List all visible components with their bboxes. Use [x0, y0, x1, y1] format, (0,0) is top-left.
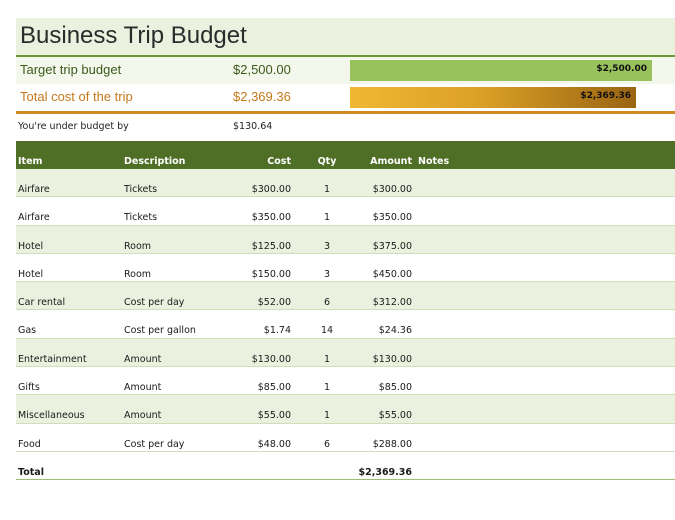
cell-item[interactable]: Food	[18, 439, 41, 450]
header-description[interactable]: Description	[124, 156, 185, 167]
cell-cost[interactable]: $48.00	[258, 439, 291, 450]
title-band: Business Trip Budget	[16, 18, 675, 55]
total-label[interactable]: Total	[18, 467, 44, 478]
cell-amount[interactable]: $288.00	[373, 439, 412, 450]
cell-amount[interactable]: $350.00	[373, 212, 412, 223]
table-total-row: Total $2,369.36	[16, 452, 675, 480]
cell-cost[interactable]: $150.00	[252, 269, 291, 280]
under-budget-label: You're under budget by	[18, 121, 129, 132]
cell-qty[interactable]: 1	[312, 184, 342, 195]
cell-item[interactable]: Gifts	[18, 382, 40, 393]
cell-amount[interactable]: $85.00	[379, 382, 412, 393]
total-amount[interactable]: $2,369.36	[359, 467, 413, 478]
cell-qty[interactable]: 3	[312, 241, 342, 252]
cell-item[interactable]: Miscellaneous	[18, 410, 85, 421]
cell-item[interactable]: Airfare	[18, 212, 50, 223]
cell-item[interactable]: Entertainment	[18, 354, 87, 365]
cell-cost[interactable]: $55.00	[258, 410, 291, 421]
table-row: Hotel Room $150.00 3 $450.00	[16, 254, 675, 283]
target-budget-bar-track: $2,500.00	[350, 60, 668, 81]
cell-item[interactable]: Hotel	[18, 269, 43, 280]
header-notes[interactable]: Notes	[418, 156, 449, 167]
table-header: Item Description Cost Qty Amount Notes	[16, 141, 675, 169]
cell-description[interactable]: Tickets	[124, 184, 157, 195]
total-cost-label: Total cost of the trip	[20, 89, 133, 104]
target-budget-bar-label: $2,500.00	[596, 64, 647, 74]
cell-item[interactable]: Airfare	[18, 184, 50, 195]
cell-description[interactable]: Amount	[124, 382, 161, 393]
cell-cost[interactable]: $85.00	[258, 382, 291, 393]
target-budget-label: Target trip budget	[20, 62, 122, 77]
cell-description[interactable]: Tickets	[124, 212, 157, 223]
target-budget-value[interactable]: $2,500.00	[233, 62, 291, 77]
cell-amount[interactable]: $55.00	[379, 410, 412, 421]
header-cost[interactable]: Cost	[267, 156, 291, 167]
cell-qty[interactable]: 1	[312, 212, 342, 223]
cell-amount[interactable]: $450.00	[373, 269, 412, 280]
cell-amount[interactable]: $375.00	[373, 241, 412, 252]
under-budget-row: You're under budget by $130.64	[16, 114, 675, 141]
target-budget-bar: $2,500.00	[350, 60, 652, 81]
cell-qty[interactable]: 1	[312, 382, 342, 393]
expense-rows: Airfare Tickets $300.00 1 $300.00 Airfar…	[16, 169, 675, 452]
cell-cost[interactable]: $125.00	[252, 241, 291, 252]
cell-qty[interactable]: 14	[312, 325, 342, 336]
cell-description[interactable]: Amount	[124, 354, 161, 365]
cell-cost[interactable]: $300.00	[252, 184, 291, 195]
cell-cost[interactable]: $130.00	[252, 354, 291, 365]
total-cost-bar: $2,369.36	[350, 87, 636, 108]
total-cost-row: Total cost of the trip $2,369.36 $2,369.…	[16, 84, 675, 111]
total-cost-value[interactable]: $2,369.36	[233, 89, 291, 104]
total-cost-bar-label: $2,369.36	[580, 91, 631, 101]
cell-description[interactable]: Room	[124, 269, 151, 280]
cell-cost[interactable]: $1.74	[264, 325, 291, 336]
target-budget-row: Target trip budget $2,500.00 $2,500.00	[16, 57, 675, 84]
table-row: Miscellaneous Amount $55.00 1 $55.00	[16, 395, 675, 424]
header-qty[interactable]: Qty	[312, 156, 342, 167]
cell-amount[interactable]: $130.00	[373, 354, 412, 365]
cell-item[interactable]: Hotel	[18, 241, 43, 252]
page-title: Business Trip Budget	[20, 22, 247, 49]
budget-sheet: Business Trip Budget Target trip budget …	[16, 18, 675, 480]
table-row: Airfare Tickets $350.00 1 $350.00	[16, 197, 675, 226]
table-row: Airfare Tickets $300.00 1 $300.00	[16, 169, 675, 198]
cell-qty[interactable]: 1	[312, 354, 342, 365]
cell-description[interactable]: Cost per gallon	[124, 325, 196, 336]
total-cost-bar-track: $2,369.36	[350, 87, 668, 108]
table-row: Entertainment Amount $130.00 1 $130.00	[16, 338, 675, 368]
cell-item[interactable]: Gas	[18, 325, 36, 336]
cell-description[interactable]: Amount	[124, 410, 161, 421]
header-item[interactable]: Item	[18, 156, 42, 167]
cell-description[interactable]: Room	[124, 241, 151, 252]
cell-description[interactable]: Cost per day	[124, 439, 184, 450]
cell-qty[interactable]: 1	[312, 410, 342, 421]
cell-cost[interactable]: $350.00	[252, 212, 291, 223]
table-row: Gas Cost per gallon $1.74 14 $24.36	[16, 310, 675, 339]
cell-qty[interactable]: 6	[312, 297, 342, 308]
cell-item[interactable]: Car rental	[18, 297, 65, 308]
table-row: Food Cost per day $48.00 6 $288.00	[16, 424, 675, 452]
table-row: Hotel Room $125.00 3 $375.00	[16, 225, 675, 254]
table-row: Gifts Amount $85.00 1 $85.00	[16, 367, 675, 396]
cell-description[interactable]: Cost per day	[124, 297, 184, 308]
cell-cost[interactable]: $52.00	[258, 297, 291, 308]
table-row: Car rental Cost per day $52.00 6 $312.00	[16, 282, 675, 311]
under-budget-value[interactable]: $130.64	[233, 121, 272, 132]
cell-qty[interactable]: 3	[312, 269, 342, 280]
cell-amount[interactable]: $312.00	[373, 297, 412, 308]
cell-qty[interactable]: 6	[312, 439, 342, 450]
cell-amount[interactable]: $24.36	[379, 325, 412, 336]
header-amount[interactable]: Amount	[370, 156, 412, 167]
cell-amount[interactable]: $300.00	[373, 184, 412, 195]
